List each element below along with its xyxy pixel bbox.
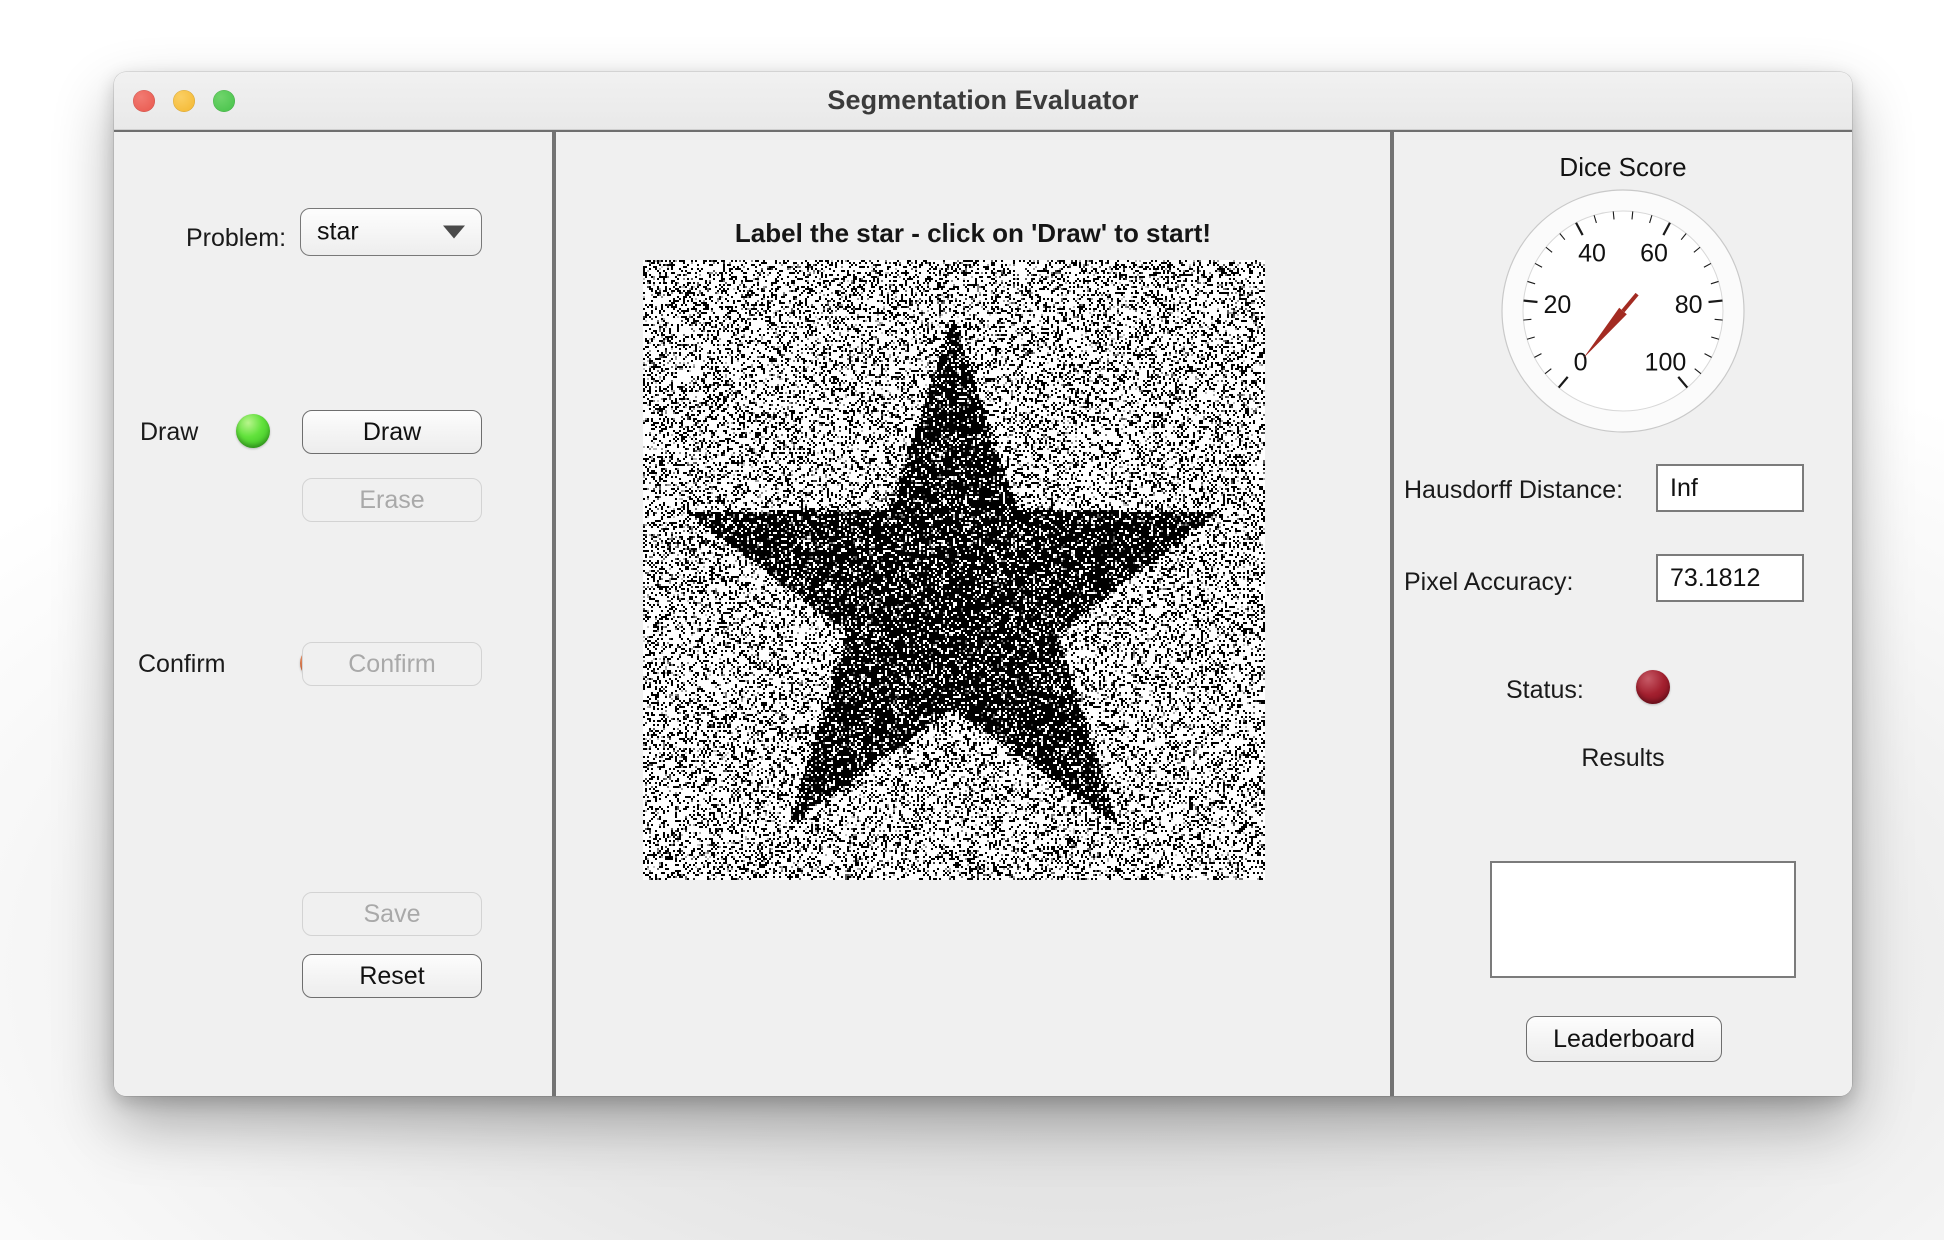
image-panel: Label the star - click on 'Draw' to star… <box>556 132 1390 1096</box>
metrics-panel: Dice Score 0 2040 6080 100 Hausdorff Distan… <box>1394 132 1852 1096</box>
results-label: Results <box>1394 744 1852 773</box>
pixel-accuracy-label: Pixel Accuracy: <box>1404 568 1574 597</box>
hausdorff-distance-field[interactable]: Inf <box>1656 464 1804 512</box>
window-content: Problem: star Draw Draw Erase Confirm Co… <box>114 130 1852 1096</box>
problem-dropdown-value: star <box>317 218 359 247</box>
image-caption: Label the star - click on 'Draw' to star… <box>556 218 1390 249</box>
hausdorff-distance-label: Hausdorff Distance: <box>1404 476 1623 505</box>
gauge-svg: 0 2040 6080 100 <box>1500 188 1746 434</box>
gauge-tick-label: 0 <box>1574 349 1588 377</box>
app-window: Segmentation Evaluator Problem: star Dra… <box>114 72 1852 1096</box>
status-label: Status: <box>1506 676 1584 705</box>
draw-status-lamp-icon <box>236 414 270 448</box>
segmentation-image-canvas[interactable] <box>643 260 1265 880</box>
results-textarea[interactable] <box>1490 861 1796 978</box>
gauge-tick-label: 60 <box>1640 240 1668 268</box>
problem-label: Problem: <box>186 224 286 253</box>
gauge-tick-label: 20 <box>1543 291 1571 319</box>
draw-button[interactable]: Draw <box>302 410 482 454</box>
pixel-accuracy-field[interactable]: 73.1812 <box>1656 554 1804 602</box>
window-title: Segmentation Evaluator <box>114 72 1852 129</box>
erase-button[interactable]: Erase <box>302 478 482 522</box>
controls-panel: Problem: star Draw Draw Erase Confirm Co… <box>114 132 552 1096</box>
problem-dropdown[interactable]: star <box>300 208 482 256</box>
status-lamp-icon <box>1636 670 1670 704</box>
gauge-tick-label: 80 <box>1675 291 1703 319</box>
draw-status-label: Draw <box>140 418 198 447</box>
confirm-button[interactable]: Confirm <box>302 642 482 686</box>
dice-score-gauge: 0 2040 6080 100 <box>1500 188 1746 434</box>
gauge-tick-label: 40 <box>1578 240 1606 268</box>
chevron-down-icon <box>443 226 465 239</box>
window-titlebar[interactable]: Segmentation Evaluator <box>114 72 1852 130</box>
dice-score-label: Dice Score <box>1394 152 1852 183</box>
reset-button[interactable]: Reset <box>302 954 482 998</box>
confirm-status-label: Confirm <box>138 650 226 679</box>
leaderboard-button[interactable]: Leaderboard <box>1526 1016 1722 1062</box>
gauge-tick-label: 100 <box>1645 349 1687 377</box>
save-button[interactable]: Save <box>302 892 482 936</box>
